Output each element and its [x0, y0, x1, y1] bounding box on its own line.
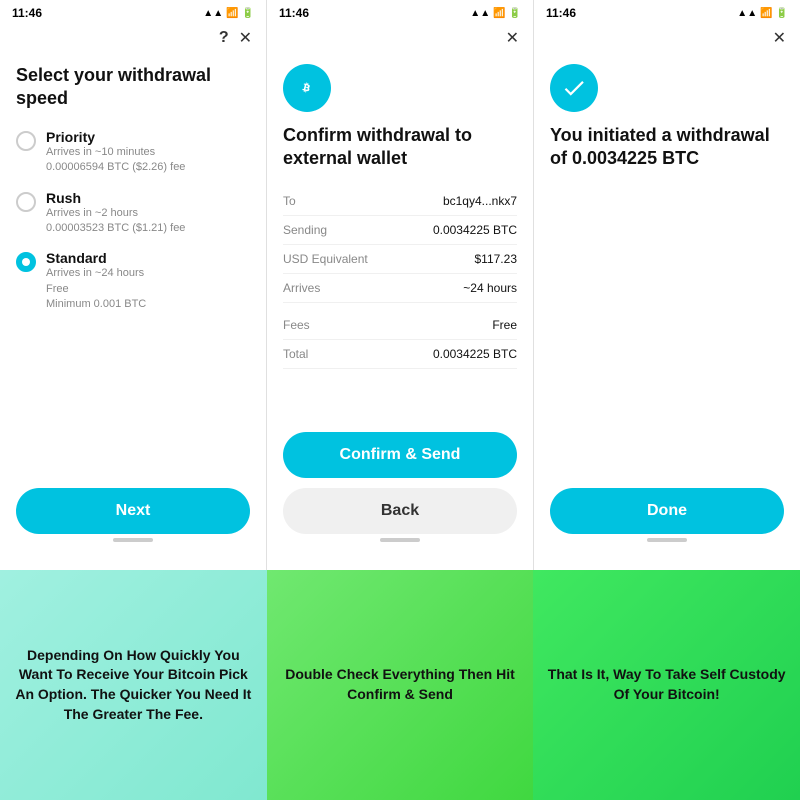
- standard-desc: Arrives in ~24 hours Free Minimum 0.001 …: [46, 266, 146, 312]
- home-indicator-3: [647, 538, 687, 542]
- detail-divider: [283, 303, 517, 311]
- detail-usd: USD Equivalent $117.23: [283, 245, 517, 274]
- signal-icon-3: ▲▲: [737, 8, 757, 19]
- battery-icon: 🔋: [242, 8, 254, 19]
- screen-bottom-2: Confirm & Send Back: [267, 420, 533, 570]
- next-button[interactable]: Next: [16, 488, 250, 534]
- radio-priority[interactable]: [16, 131, 36, 151]
- detail-total: Total 0.0034225 BTC: [283, 340, 517, 369]
- screen-header-2: ✕: [267, 24, 533, 54]
- option-standard[interactable]: Standard Arrives in ~24 hours Free Minim…: [16, 250, 250, 312]
- close-button-3[interactable]: ✕: [773, 28, 786, 48]
- screen-confirm-withdrawal: 11:46 ▲▲ 📶 🔋 ✕ Confirm withdrawal to ext…: [267, 0, 534, 570]
- option-text-standard: Standard Arrives in ~24 hours Free Minim…: [46, 250, 146, 312]
- caption-text-1: Depending On How Quickly You Want To Rec…: [14, 646, 253, 724]
- screen-content-3: You initiated a withdrawal of 0.0034225 …: [534, 54, 800, 476]
- done-button[interactable]: Done: [550, 488, 784, 534]
- confirm-title: Confirm withdrawal to external wallet: [283, 124, 517, 171]
- confirm-send-button[interactable]: Confirm & Send: [283, 432, 517, 478]
- wifi-icon: 📶: [226, 8, 238, 19]
- screen-header-1: ? ✕: [0, 24, 266, 54]
- home-indicator-1: [113, 538, 153, 542]
- caption-2: Double Check Everything Then Hit Confirm…: [267, 570, 534, 800]
- screen-bottom-1: Next: [0, 476, 266, 570]
- caption-text-2: Double Check Everything Then Hit Confirm…: [281, 665, 520, 704]
- status-bar-1: 11:46 ▲▲ 📶 🔋: [0, 0, 266, 24]
- caption-text-3: That Is It, Way To Take Self Custody Of …: [547, 665, 786, 704]
- captions-row: Depending On How Quickly You Want To Rec…: [0, 570, 800, 800]
- detail-to: To bc1qy4...nkx7: [283, 187, 517, 216]
- status-bar-2: 11:46 ▲▲ 📶 🔋: [267, 0, 533, 24]
- bitcoin-svg: [294, 75, 320, 101]
- details-group-2: Fees Free Total 0.0034225 BTC: [283, 311, 517, 369]
- option-priority[interactable]: Priority Arrives in ~10 minutes 0.000065…: [16, 129, 250, 176]
- status-icons-2: ▲▲ 📶 🔋: [470, 8, 521, 19]
- option-text-priority: Priority Arrives in ~10 minutes 0.000065…: [46, 129, 185, 176]
- status-icons-3: ▲▲ 📶 🔋: [737, 8, 788, 19]
- detail-sending: Sending 0.0034225 BTC: [283, 216, 517, 245]
- option-text-rush: Rush Arrives in ~2 hours 0.00003523 BTC …: [46, 190, 185, 237]
- rush-desc: Arrives in ~2 hours 0.00003523 BTC ($1.2…: [46, 206, 185, 237]
- success-title: You initiated a withdrawal of 0.0034225 …: [550, 124, 784, 171]
- btc-icon: [283, 64, 331, 112]
- priority-desc: Arrives in ~10 minutes 0.00006594 BTC ($…: [46, 145, 185, 176]
- signal-icon: ▲▲: [203, 8, 223, 19]
- checkmark-svg: [561, 75, 587, 101]
- wifi-icon-2: 📶: [493, 8, 505, 19]
- screen-content-2: Confirm withdrawal to external wallet To…: [267, 54, 533, 420]
- status-time-3: 11:46: [546, 6, 576, 20]
- wifi-icon-3: 📶: [760, 8, 772, 19]
- caption-1: Depending On How Quickly You Want To Rec…: [0, 570, 267, 800]
- status-bar-3: 11:46 ▲▲ 📶 🔋: [534, 0, 800, 24]
- screen-withdrawal-initiated: 11:46 ▲▲ 📶 🔋 ✕ You initiated a withdrawa…: [534, 0, 800, 570]
- status-icons-1: ▲▲ 📶 🔋: [203, 8, 254, 19]
- home-indicator-2: [380, 538, 420, 542]
- screen-bottom-3: Done: [534, 476, 800, 570]
- radio-rush[interactable]: [16, 192, 36, 212]
- screen-header-3: ✕: [534, 24, 800, 54]
- caption-3: That Is It, Way To Take Self Custody Of …: [533, 570, 800, 800]
- close-button-1[interactable]: ✕: [239, 28, 252, 48]
- signal-icon-2: ▲▲: [470, 8, 490, 19]
- option-rush[interactable]: Rush Arrives in ~2 hours 0.00003523 BTC …: [16, 190, 250, 237]
- close-button-2[interactable]: ✕: [506, 28, 519, 48]
- screen-content-1: Select your withdrawal speed Priority Ar…: [0, 54, 266, 476]
- detail-arrives: Arrives ~24 hours: [283, 274, 517, 303]
- detail-fees: Fees Free: [283, 311, 517, 340]
- back-button[interactable]: Back: [283, 488, 517, 534]
- radio-standard[interactable]: [16, 252, 36, 272]
- help-button[interactable]: ?: [219, 29, 229, 47]
- screen-title-1: Select your withdrawal speed: [16, 64, 250, 111]
- battery-icon-3: 🔋: [776, 8, 788, 19]
- details-group-1: To bc1qy4...nkx7 Sending 0.0034225 BTC U…: [283, 187, 517, 303]
- battery-icon-2: 🔋: [509, 8, 521, 19]
- screen-withdrawal-speed: 11:46 ▲▲ 📶 🔋 ? ✕ Select your withdrawal …: [0, 0, 267, 570]
- status-time-1: 11:46: [12, 6, 42, 20]
- check-icon-circle: [550, 64, 598, 112]
- status-time-2: 11:46: [279, 6, 309, 20]
